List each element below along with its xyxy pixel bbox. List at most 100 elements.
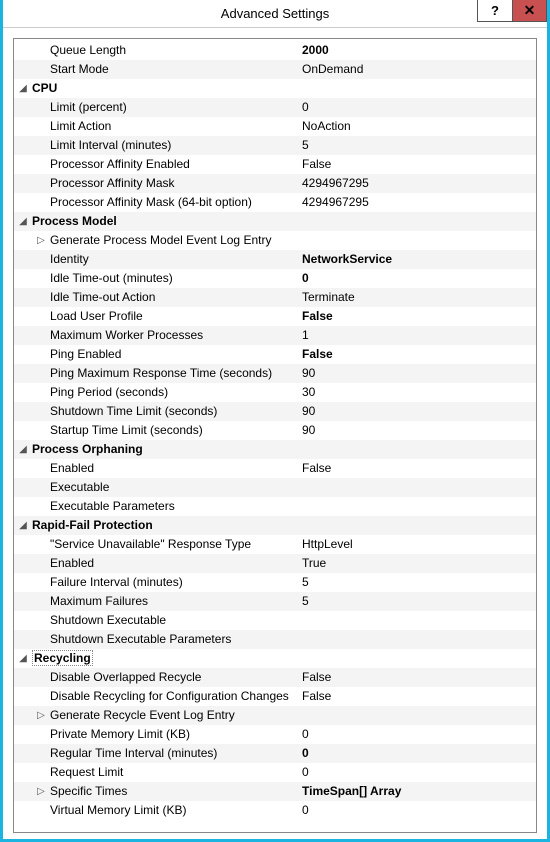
property-row[interactable]: Limit ActionNoAction (14, 117, 536, 136)
property-label: Enabled (50, 554, 302, 573)
property-value[interactable]: 4294967295 (302, 174, 532, 193)
selected-category: Recycling (32, 650, 93, 666)
property-row[interactable]: EnabledTrue (14, 554, 536, 573)
property-row[interactable]: Virtual Memory Limit (KB)0 (14, 801, 536, 820)
property-row[interactable]: Maximum Worker Processes1 (14, 326, 536, 345)
property-value[interactable]: 0 (302, 725, 532, 744)
property-label: Executable Parameters (50, 497, 302, 516)
property-row[interactable]: Shutdown Time Limit (seconds)90 (14, 402, 536, 421)
property-row[interactable]: Executable (14, 478, 536, 497)
expand-toggle-icon[interactable]: ▷ (32, 706, 50, 725)
help-button[interactable]: ? (477, 0, 512, 22)
expandable-row[interactable]: ▷Specific TimesTimeSpan[] Array (14, 782, 536, 801)
property-label: Startup Time Limit (seconds) (50, 421, 302, 440)
property-label: Specific Times (50, 782, 302, 801)
property-label: Idle Time-out (minutes) (50, 269, 302, 288)
property-label: Generate Recycle Event Log Entry (50, 706, 302, 725)
property-value[interactable]: False (302, 307, 532, 326)
property-label: Idle Time-out Action (50, 288, 302, 307)
property-row[interactable]: Load User ProfileFalse (14, 307, 536, 326)
property-row[interactable]: Ping EnabledFalse (14, 345, 536, 364)
property-row[interactable]: Start ModeOnDemand (14, 60, 536, 79)
property-value[interactable]: 5 (302, 573, 532, 592)
property-value[interactable]: 5 (302, 136, 532, 155)
property-row[interactable]: "Service Unavailable" Response TypeHttpL… (14, 535, 536, 554)
property-value[interactable]: NetworkService (302, 250, 532, 269)
property-row[interactable]: Ping Maximum Response Time (seconds)90 (14, 364, 536, 383)
category-row[interactable]: ◢Recycling (14, 649, 536, 668)
expand-toggle-icon[interactable]: ▷ (32, 231, 50, 250)
property-value[interactable]: 4294967295 (302, 193, 532, 212)
property-row[interactable]: Executable Parameters (14, 497, 536, 516)
property-grid-frame: Queue Length2000Start ModeOnDemand◢CPULi… (13, 38, 537, 833)
property-row[interactable]: Processor Affinity Mask (64-bit option)4… (14, 193, 536, 212)
property-row[interactable]: Private Memory Limit (KB)0 (14, 725, 536, 744)
property-label: Start Mode (50, 60, 302, 79)
property-value[interactable]: 0 (302, 744, 532, 763)
expandable-row[interactable]: ▷Generate Recycle Event Log Entry (14, 706, 536, 725)
property-row[interactable]: Processor Affinity EnabledFalse (14, 155, 536, 174)
property-value[interactable]: 1 (302, 326, 532, 345)
expand-toggle-icon[interactable]: ◢ (14, 516, 32, 535)
expand-toggle-icon[interactable]: ◢ (14, 440, 32, 459)
property-value[interactable]: 0 (302, 269, 532, 288)
property-row[interactable]: Processor Affinity Mask4294967295 (14, 174, 536, 193)
property-value[interactable]: 0 (302, 763, 532, 782)
property-label: Maximum Worker Processes (50, 326, 302, 345)
expand-toggle-icon[interactable]: ◢ (14, 649, 32, 668)
expand-toggle-icon[interactable]: ▷ (32, 782, 50, 801)
property-value[interactable]: 0 (302, 98, 532, 117)
property-row[interactable]: Ping Period (seconds)30 (14, 383, 536, 402)
close-button[interactable]: ✕ (512, 0, 547, 22)
property-value[interactable]: False (302, 155, 532, 174)
property-row[interactable]: Startup Time Limit (seconds)90 (14, 421, 536, 440)
expandable-row[interactable]: ▷Generate Process Model Event Log Entry (14, 231, 536, 250)
property-row[interactable]: Idle Time-out (minutes)0 (14, 269, 536, 288)
category-row[interactable]: ◢CPU (14, 79, 536, 98)
property-value[interactable]: OnDemand (302, 60, 532, 79)
property-value[interactable]: 90 (302, 402, 532, 421)
category-row[interactable]: ◢Rapid-Fail Protection (14, 516, 536, 535)
property-label: Virtual Memory Limit (KB) (50, 801, 302, 820)
property-value[interactable]: 0 (302, 801, 532, 820)
property-row[interactable]: Regular Time Interval (minutes)0 (14, 744, 536, 763)
property-value[interactable]: 90 (302, 364, 532, 383)
property-value[interactable]: TimeSpan[] Array (302, 782, 532, 801)
property-label: Generate Process Model Event Log Entry (50, 231, 302, 250)
property-row[interactable]: Maximum Failures5 (14, 592, 536, 611)
property-row[interactable]: Shutdown Executable (14, 611, 536, 630)
property-row[interactable]: EnabledFalse (14, 459, 536, 478)
property-row[interactable]: Disable Recycling for Configuration Chan… (14, 687, 536, 706)
property-row[interactable]: Idle Time-out ActionTerminate (14, 288, 536, 307)
property-value[interactable]: NoAction (302, 117, 532, 136)
property-row[interactable]: Disable Overlapped RecycleFalse (14, 668, 536, 687)
property-value[interactable]: Terminate (302, 288, 532, 307)
property-label: Request Limit (50, 763, 302, 782)
property-value[interactable]: False (302, 687, 532, 706)
property-label: Load User Profile (50, 307, 302, 326)
property-row[interactable]: Queue Length2000 (14, 41, 536, 60)
property-value[interactable]: HttpLevel (302, 535, 532, 554)
category-row[interactable]: ◢Process Model (14, 212, 536, 231)
property-value[interactable]: 30 (302, 383, 532, 402)
property-value[interactable]: False (302, 668, 532, 687)
category-row[interactable]: ◢Process Orphaning (14, 440, 536, 459)
property-row[interactable]: Failure Interval (minutes)5 (14, 573, 536, 592)
property-label: Queue Length (50, 41, 302, 60)
expand-toggle-icon[interactable]: ◢ (14, 212, 32, 231)
property-value[interactable]: False (302, 345, 532, 364)
property-value[interactable]: 90 (302, 421, 532, 440)
property-row[interactable]: Shutdown Executable Parameters (14, 630, 536, 649)
property-value[interactable]: False (302, 459, 532, 478)
property-label: Rapid-Fail Protection (32, 516, 302, 535)
property-value[interactable]: True (302, 554, 532, 573)
titlebar: Advanced Settings ? ✕ (3, 0, 547, 28)
expand-toggle-icon[interactable]: ◢ (14, 79, 32, 98)
property-row[interactable]: IdentityNetworkService (14, 250, 536, 269)
property-row[interactable]: Request Limit0 (14, 763, 536, 782)
property-value[interactable]: 2000 (302, 41, 532, 60)
property-row[interactable]: Limit Interval (minutes)5 (14, 136, 536, 155)
property-value[interactable]: 5 (302, 592, 532, 611)
property-row[interactable]: Limit (percent)0 (14, 98, 536, 117)
property-grid[interactable]: Queue Length2000Start ModeOnDemand◢CPULi… (14, 39, 536, 832)
